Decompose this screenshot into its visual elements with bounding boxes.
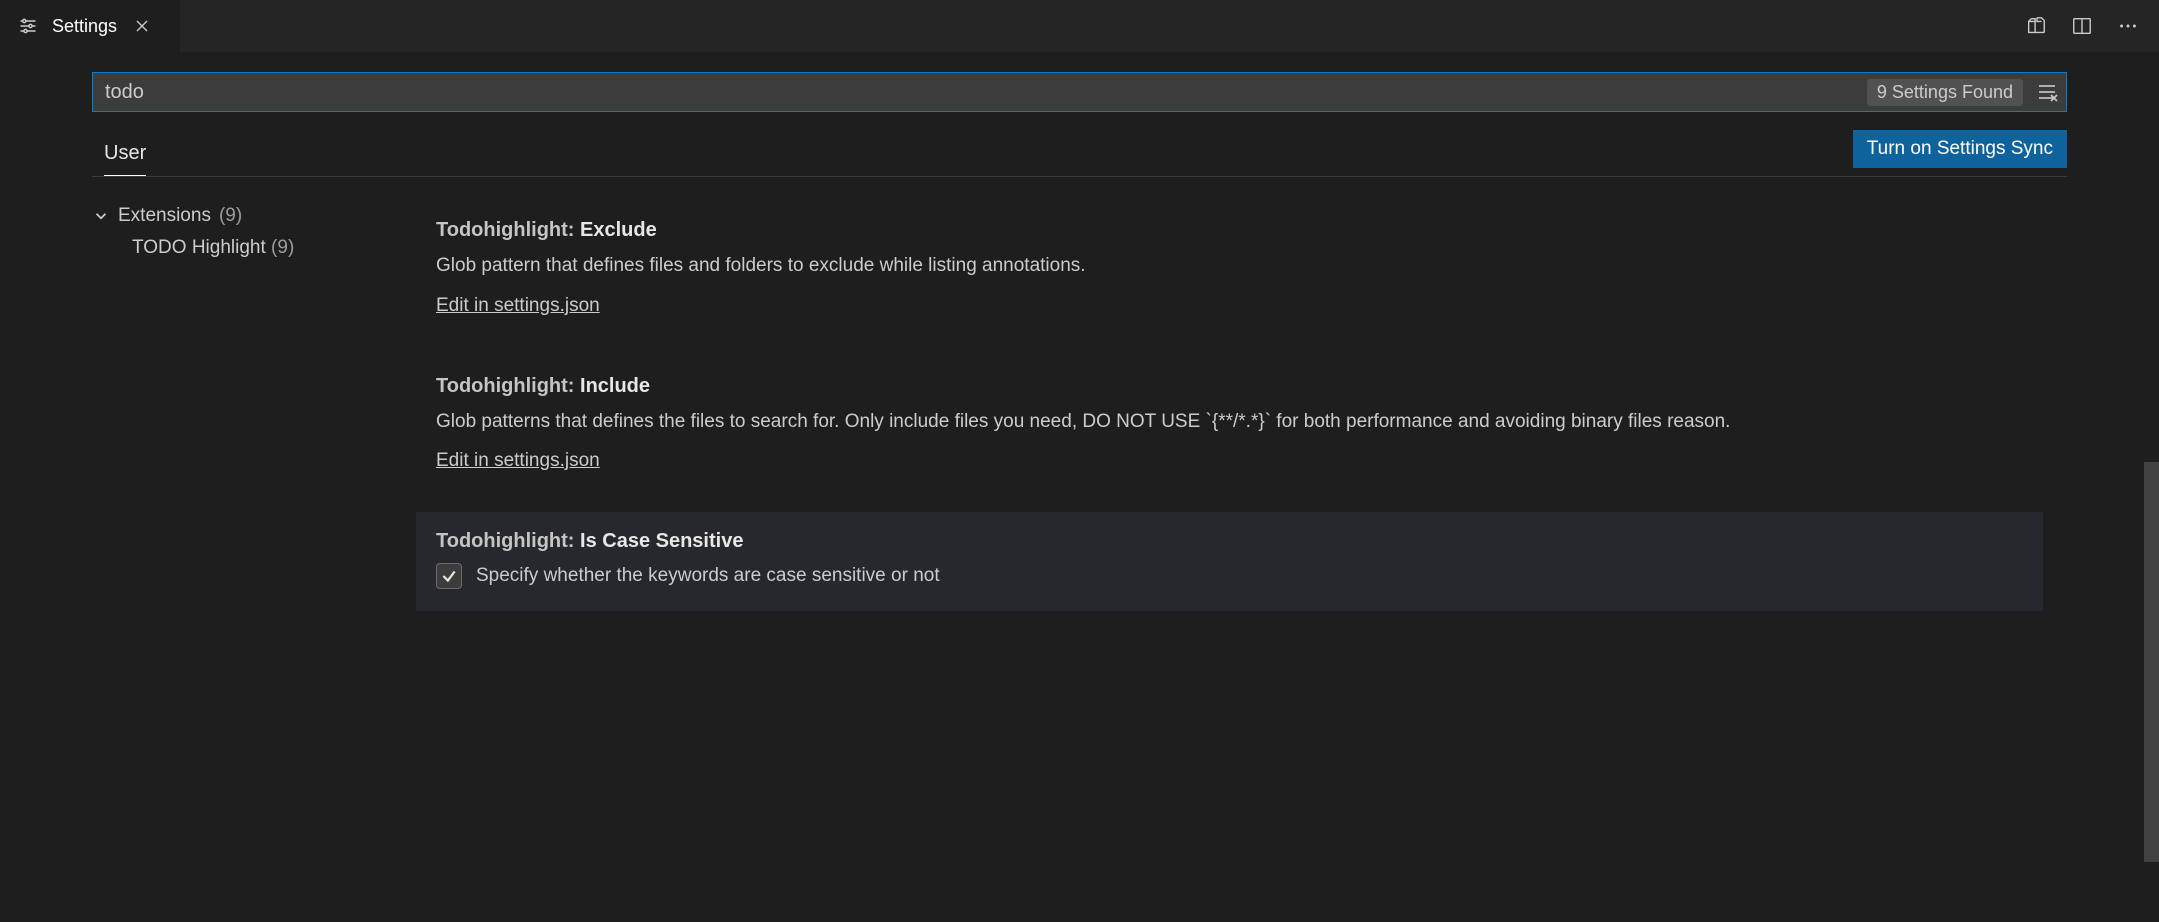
setting-todohighlight-include: Todohighlight: Include Glob patterns tha…: [416, 357, 2043, 495]
edit-in-settings-json-link[interactable]: Edit in settings.json: [436, 295, 600, 317]
setting-title: Todohighlight: Include: [436, 375, 2023, 398]
setting-todohighlight-exclude: Todohighlight: Exclude Glob pattern that…: [416, 201, 2043, 339]
settings-tab-icon: [18, 16, 38, 36]
setting-title: Todohighlight: Is Case Sensitive: [436, 530, 2023, 553]
open-settings-json-button[interactable]: [2021, 11, 2051, 41]
search-container: 9 Settings Found: [92, 72, 2067, 112]
setting-prefix: Todohighlight:: [436, 219, 580, 241]
scrollbar-thumb[interactable]: [2144, 462, 2159, 862]
tab-close-button[interactable]: [131, 15, 153, 37]
settings-list: Todohighlight: Exclude Glob pattern that…: [392, 201, 2067, 907]
setting-todohighlight-is-case-sensitive: Todohighlight: Is Case Sensitive Specify…: [416, 512, 2043, 611]
tab-label: Settings: [52, 16, 117, 37]
filter-settings-button[interactable]: [2033, 78, 2061, 106]
more-actions-button[interactable]: [2113, 11, 2143, 41]
toc-sub-label: TODO Highlight: [132, 237, 266, 258]
editor-actions: [2021, 0, 2159, 52]
checkbox-row: Specify whether the keywords are case se…: [436, 563, 2023, 589]
setting-name: Include: [580, 375, 650, 397]
settings-search-input[interactable]: [92, 72, 2067, 112]
settings-toc: Extensions (9) TODO Highlight (9): [92, 201, 392, 907]
toc-sub-count: (9): [271, 237, 294, 258]
split-editor-button[interactable]: [2067, 11, 2097, 41]
setting-name: Is Case Sensitive: [580, 530, 743, 552]
edit-in-settings-json-link[interactable]: Edit in settings.json: [436, 450, 600, 472]
setting-description: Glob patterns that defines the files to …: [436, 408, 2023, 437]
settings-found-badge: 9 Settings Found: [1867, 79, 2023, 106]
toc-item-todo-highlight[interactable]: TODO Highlight (9): [92, 231, 392, 265]
setting-name: Exclude: [580, 219, 657, 241]
search-right: 9 Settings Found: [1867, 78, 2061, 106]
checkbox-label: Specify whether the keywords are case se…: [476, 565, 940, 587]
setting-description: Glob pattern that defines files and fold…: [436, 252, 2023, 281]
setting-title: Todohighlight: Exclude: [436, 219, 2023, 242]
toc-group-extensions[interactable]: Extensions (9): [92, 201, 392, 231]
scope-tab-user[interactable]: User: [104, 132, 146, 176]
tab-bar: Settings: [0, 0, 2159, 52]
chevron-down-icon: [92, 207, 110, 225]
setting-prefix: Todohighlight:: [436, 530, 580, 552]
is-case-sensitive-checkbox[interactable]: [436, 563, 462, 589]
scope-row: User Turn on Settings Sync: [92, 130, 2067, 177]
settings-header: 9 Settings Found User Turn on Settings S…: [0, 52, 2159, 177]
settings-sync-button[interactable]: Turn on Settings Sync: [1853, 130, 2067, 168]
settings-body: Extensions (9) TODO Highlight (9) Todohi…: [0, 177, 2159, 907]
toc-group-label: Extensions: [118, 205, 211, 227]
tab-settings[interactable]: Settings: [0, 0, 180, 52]
setting-prefix: Todohighlight:: [436, 375, 580, 397]
toc-group-count: (9): [219, 205, 242, 227]
